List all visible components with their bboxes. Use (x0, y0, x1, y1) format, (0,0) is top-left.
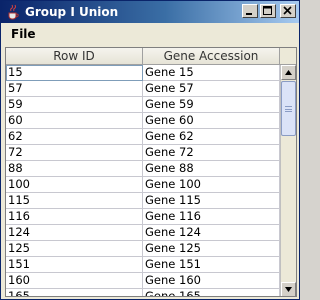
cell-gene-accession[interactable]: Gene 60 (143, 113, 280, 129)
cell-row-id[interactable]: 151 (6, 257, 143, 273)
cell-gene-accession[interactable]: Gene 151 (143, 257, 280, 273)
cell-row-id[interactable]: 88 (6, 161, 143, 177)
cell-gene-accession[interactable]: Gene 15 (143, 65, 280, 81)
table-header: Row ID Gene Accession (6, 48, 280, 65)
table-body: 15 Gene 15 57 Gene 57 59 Gene 59 60 Gene… (6, 65, 280, 296)
gene-table: Row ID Gene Accession 15 Gene 15 57 Gene… (5, 47, 297, 297)
column-header-row-id[interactable]: Row ID (6, 48, 143, 65)
table-row[interactable]: 57 Gene 57 (6, 81, 280, 97)
maximize-icon (263, 6, 272, 15)
cell-row-id[interactable]: 72 (6, 145, 143, 161)
cell-row-id[interactable]: 116 (6, 209, 143, 225)
cell-row-id[interactable]: 62 (6, 129, 143, 145)
table-row[interactable]: 60 Gene 60 (6, 113, 280, 129)
table-row[interactable]: 115 Gene 115 (6, 193, 280, 209)
app-window: Group I Union File Row ID Gene Accession… (0, 0, 300, 300)
minimize-icon (246, 13, 252, 15)
cell-row-id[interactable]: 165 (6, 289, 143, 296)
cell-row-id[interactable]: 60 (6, 113, 143, 129)
table-row[interactable]: 165 Gene 165 (6, 289, 280, 296)
cell-row-id[interactable]: 59 (6, 97, 143, 113)
menu-file[interactable]: File (11, 27, 36, 41)
arrow-up-icon (285, 70, 292, 75)
table-row[interactable]: 116 Gene 116 (6, 209, 280, 225)
cell-row-id[interactable]: 160 (6, 273, 143, 289)
table-row[interactable]: 88 Gene 88 (6, 161, 280, 177)
cell-gene-accession[interactable]: Gene 115 (143, 193, 280, 209)
scroll-down-button[interactable] (281, 282, 296, 296)
cell-gene-accession[interactable]: Gene 165 (143, 289, 280, 296)
close-icon (283, 6, 292, 15)
cell-gene-accession[interactable]: Gene 62 (143, 129, 280, 145)
arrow-down-icon (285, 287, 292, 292)
cell-row-id[interactable]: 100 (6, 177, 143, 193)
table-row[interactable]: 151 Gene 151 (6, 257, 280, 273)
table-row[interactable]: 62 Gene 62 (6, 129, 280, 145)
close-button[interactable] (280, 4, 296, 18)
minimize-button[interactable] (242, 4, 258, 18)
cell-gene-accession[interactable]: Gene 124 (143, 225, 280, 241)
table-row[interactable]: 100 Gene 100 (6, 177, 280, 193)
table-row[interactable]: 59 Gene 59 (6, 97, 280, 113)
cell-row-id[interactable]: 15 (6, 65, 143, 81)
cell-row-id[interactable]: 115 (6, 193, 143, 209)
cell-gene-accession[interactable]: Gene 116 (143, 209, 280, 225)
scroll-thumb[interactable] (281, 81, 296, 136)
cell-gene-accession[interactable]: Gene 100 (143, 177, 280, 193)
cell-gene-accession[interactable]: Gene 125 (143, 241, 280, 257)
cell-gene-accession[interactable]: Gene 160 (143, 273, 280, 289)
cell-gene-accession[interactable]: Gene 57 (143, 81, 280, 97)
cell-gene-accession[interactable]: Gene 72 (143, 145, 280, 161)
java-cup-icon (5, 4, 21, 20)
maximize-button[interactable] (260, 4, 276, 18)
window-controls (242, 4, 296, 18)
cell-gene-accession[interactable]: Gene 88 (143, 161, 280, 177)
table-row[interactable]: 125 Gene 125 (6, 241, 280, 257)
scroll-up-button[interactable] (281, 65, 296, 80)
cell-row-id[interactable]: 124 (6, 225, 143, 241)
title-bar[interactable]: Group I Union (1, 1, 299, 23)
cell-row-id[interactable]: 125 (6, 241, 143, 257)
window-title: Group I Union (25, 5, 119, 19)
menu-bar: File (1, 23, 299, 45)
grip-icon (285, 105, 292, 112)
cell-row-id[interactable]: 57 (6, 81, 143, 97)
cell-gene-accession[interactable]: Gene 59 (143, 97, 280, 113)
table-corner (280, 48, 296, 65)
vertical-scrollbar[interactable] (280, 65, 296, 296)
table-row[interactable]: 160 Gene 160 (6, 273, 280, 289)
table-row[interactable]: 124 Gene 124 (6, 225, 280, 241)
column-header-gene-accession[interactable]: Gene Accession (143, 48, 280, 65)
table-row[interactable]: 15 Gene 15 (6, 65, 280, 81)
table-row[interactable]: 72 Gene 72 (6, 145, 280, 161)
